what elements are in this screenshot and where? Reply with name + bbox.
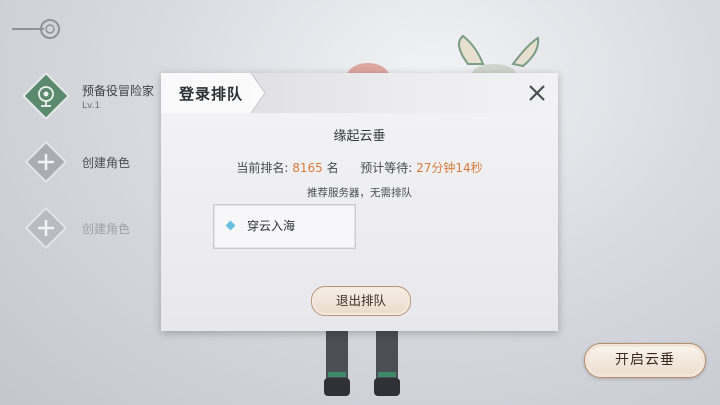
plus-icon [22,204,70,252]
recommended-server-name: 穿云入海 [247,219,296,233]
character-emblem-icon [21,71,71,121]
rank-value: 8165 [292,161,323,175]
rank-label: 当前排名: [236,161,289,175]
start-game-button[interactable]: 开启云垂 [584,343,706,378]
dialog-title: 登录排队 [179,85,244,103]
create-character-label: 创建角色 [82,221,131,236]
create-character-slot-3[interactable]: 创建角色 [22,204,130,252]
back-button[interactable] [12,16,62,42]
character-level: Lv.1 [82,100,101,111]
character-slot-1[interactable]: 预备役冒险家 Lv.1 [21,71,155,121]
recommend-text: 推荐服务器，无需排队 [307,187,412,199]
wait-label: 预计等待: [360,161,413,175]
plus-icon [22,138,70,186]
character-name: 预备役冒险家 [82,83,155,98]
close-icon[interactable] [526,82,548,104]
create-character-slot-2[interactable]: 创建角色 [22,138,130,186]
queued-server-name: 缘起云垂 [333,129,386,144]
exit-queue-button[interactable]: 退出排队 [311,286,411,316]
recommended-server-card[interactable]: 穿云入海 [213,204,356,249]
wait-value: 27分钟14秒 [416,161,483,175]
create-character-label: 创建角色 [82,155,131,170]
login-queue-dialog: 登录排队 缘起云垂 当前排名: 8165 名 预计等待: 27分钟14秒 推荐服… [161,73,558,331]
dialog-header: 登录排队 [161,73,558,113]
queue-status: 当前排名: 8165 名 预计等待: 27分钟14秒 [161,159,558,176]
server-status-dot-icon [225,220,236,231]
dialog-title-tab: 登录排队 [161,73,266,113]
rank-unit: 名 [326,161,339,175]
